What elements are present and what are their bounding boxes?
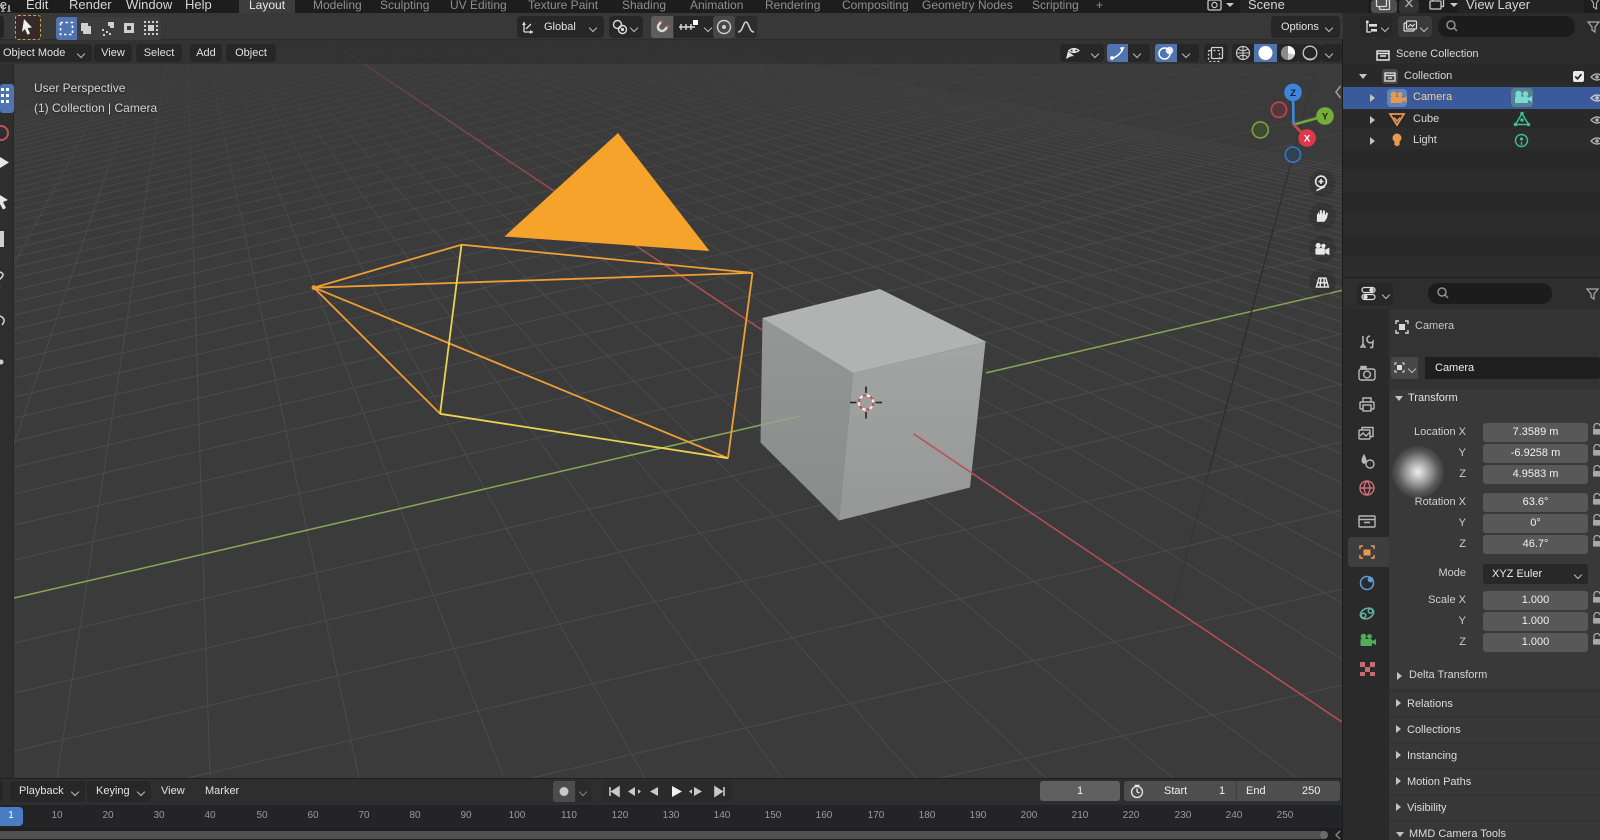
svg-text:X: X: [1304, 134, 1311, 145]
svg-text:Y: Y: [1322, 112, 1329, 123]
svg-text:Z: Z: [1290, 88, 1296, 99]
